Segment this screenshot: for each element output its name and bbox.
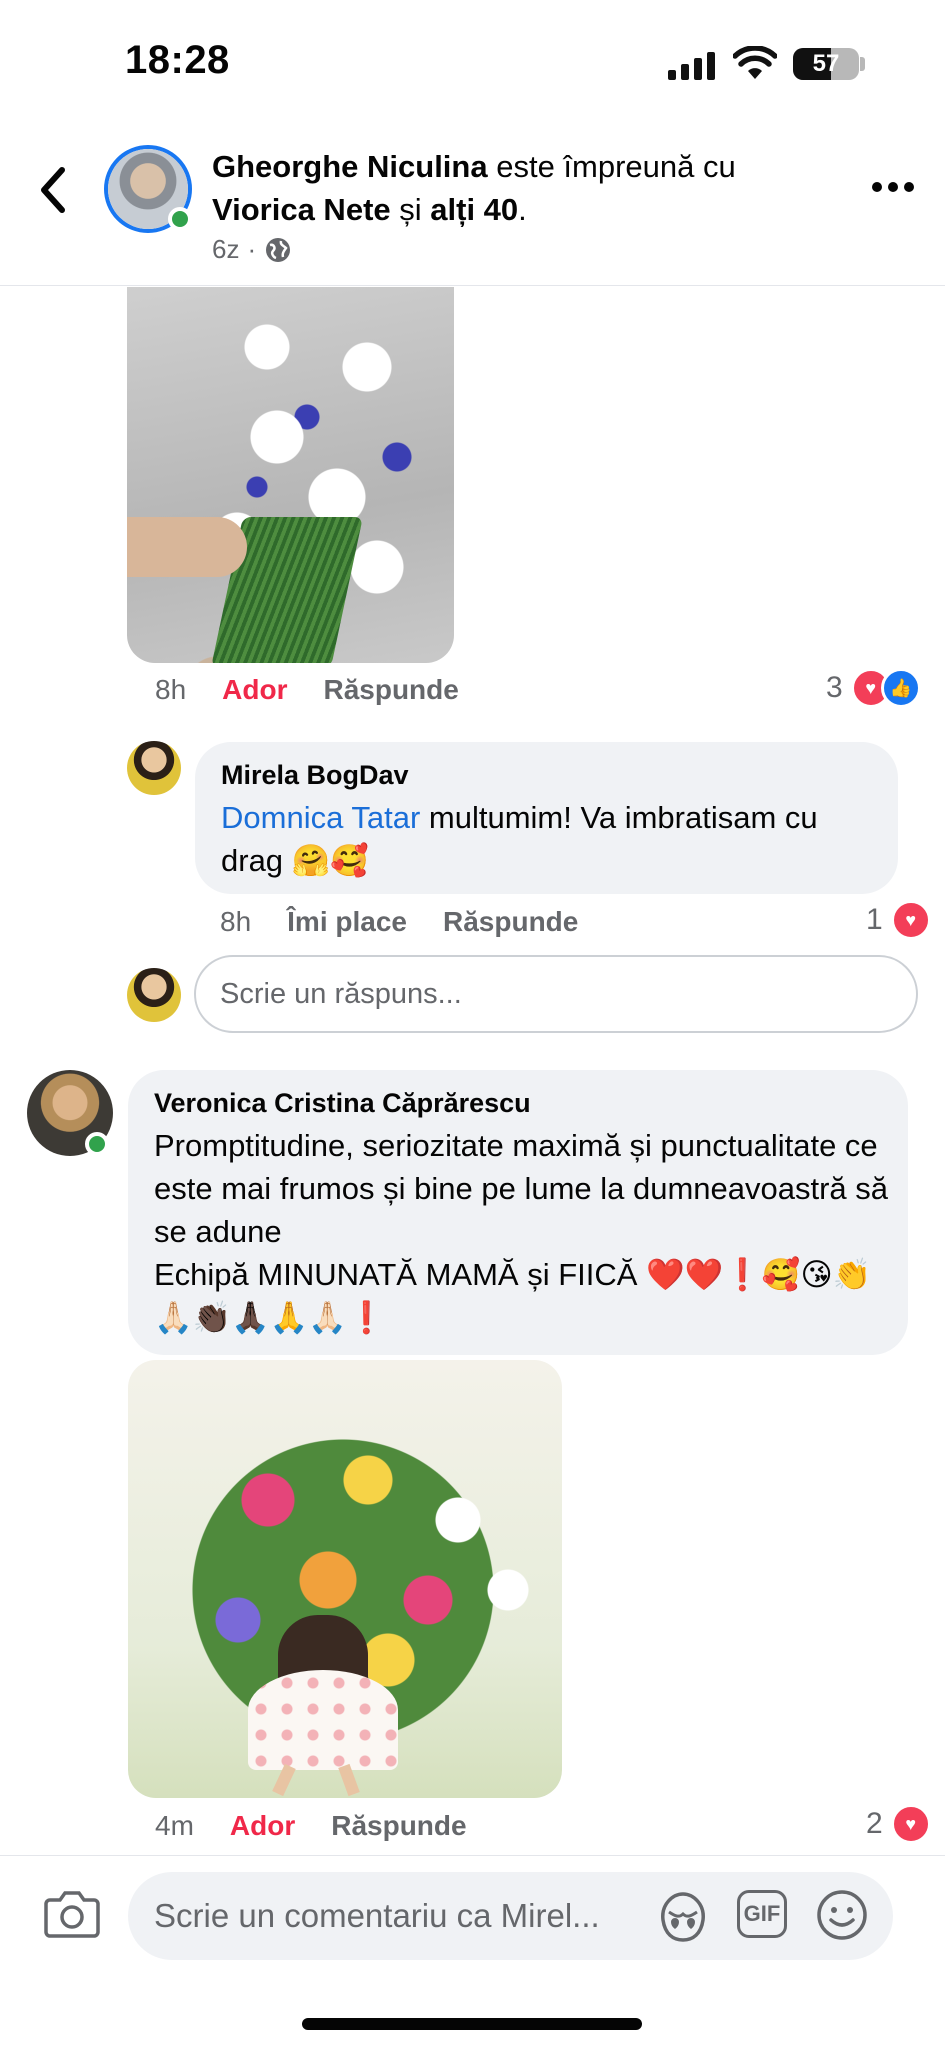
comment-time: 8h xyxy=(155,674,187,705)
battery-tip xyxy=(860,57,865,71)
reaction-count: 2 xyxy=(866,1807,883,1840)
online-status-dot xyxy=(85,1132,109,1156)
comment-image-girl-with-flowers[interactable] xyxy=(128,1360,562,1798)
love-reaction-button[interactable]: Ador xyxy=(222,674,287,706)
reply-button[interactable]: Răspunde xyxy=(323,674,458,706)
comment-text: Promptitudine, seriozitate maximă și pun… xyxy=(154,1124,899,1339)
online-status-dot xyxy=(168,207,192,231)
wifi-icon xyxy=(733,46,777,79)
battery-indicator: 57 xyxy=(793,48,859,80)
reaction-summary[interactable]: 3 ♥ 👍 xyxy=(826,668,921,708)
comment-bubble: Mirela BogDav Domnica Tatar multumim! Va… xyxy=(195,742,898,894)
commenter-name[interactable]: Mirela BogDav xyxy=(221,760,409,791)
reaction-summary[interactable]: 2 ♥ xyxy=(866,1804,931,1844)
comment-body-line2: Echipă MINUNATĂ MAMĂ și FIICĂ ❤️❤️❗🥰😘👏🙏🏻… xyxy=(154,1257,872,1335)
tagged-name[interactable]: Viorica Nete xyxy=(212,192,391,227)
like-icon: 👍 xyxy=(880,668,921,708)
comment-time: 4m xyxy=(155,1810,194,1841)
commenter-name[interactable]: Veronica Cristina Căprărescu xyxy=(154,1088,531,1119)
header-period: . xyxy=(518,192,527,227)
gif-label: GIF xyxy=(743,1901,781,1926)
reply-button[interactable]: Răspunde xyxy=(443,906,578,938)
mention-link[interactable]: Domnica Tatar xyxy=(221,800,420,835)
commenter-avatar[interactable] xyxy=(127,741,181,795)
comment-placeholder: Scrie un comentariu ca Mirel... xyxy=(154,1897,600,1934)
back-icon[interactable] xyxy=(30,160,80,220)
camera-icon[interactable] xyxy=(44,1888,100,1938)
meta-separator: · xyxy=(247,234,257,264)
love-reaction-button[interactable]: Ador xyxy=(230,1810,295,1842)
status-time: 18:28 xyxy=(125,38,230,82)
more-icon[interactable] xyxy=(868,172,918,202)
comment-image-daisy-bouquet[interactable] xyxy=(127,287,454,663)
post-time: 6z xyxy=(212,234,240,264)
comment-actions: 4m Ador Răspunde xyxy=(155,1810,467,1842)
comment-body: Promptitudine, seriozitate maximă și pun… xyxy=(154,1128,889,1249)
tagged-others[interactable]: alți 40 xyxy=(430,192,518,227)
heart-icon: ♥ xyxy=(890,1804,931,1844)
battery-percent: 57 xyxy=(812,50,840,77)
current-user-avatar xyxy=(127,968,181,1022)
comment-time: 8h xyxy=(220,906,252,937)
header-and-text: și xyxy=(390,192,431,227)
reaction-summary[interactable]: 1 ♥ xyxy=(866,900,931,940)
reply-button[interactable]: Răspunde xyxy=(331,1810,466,1842)
signal-icon xyxy=(668,52,715,80)
gif-icon[interactable]: GIF xyxy=(737,1890,787,1938)
comment-actions: 8h Îmi place Răspunde xyxy=(220,906,578,938)
emoji-icon[interactable] xyxy=(815,1888,869,1942)
reaction-count: 3 xyxy=(826,671,843,704)
post-meta: 6z · xyxy=(212,234,292,265)
comment-bubble: Veronica Cristina Căprărescu Promptitudi… xyxy=(128,1070,908,1355)
reply-input[interactable]: Scrie un răspuns... xyxy=(194,955,918,1033)
like-button[interactable]: Îmi place xyxy=(287,906,407,938)
author-name[interactable]: Gheorghe Niculina xyxy=(212,149,488,184)
comment-actions: 8h Ador Răspunde xyxy=(155,674,459,706)
header-with-text: este împreună cu xyxy=(487,149,736,184)
globe-icon xyxy=(266,237,291,262)
reaction-count: 1 xyxy=(866,903,883,936)
avatar-sticker-icon[interactable] xyxy=(655,1890,711,1944)
comment-text: Domnica Tatar multumim! Va imbratisam cu… xyxy=(221,796,881,882)
heart-icon: ♥ xyxy=(890,900,931,940)
home-indicator xyxy=(302,2018,642,2030)
post-header-title: Gheorghe Niculina este împreună cu Viori… xyxy=(212,145,812,231)
